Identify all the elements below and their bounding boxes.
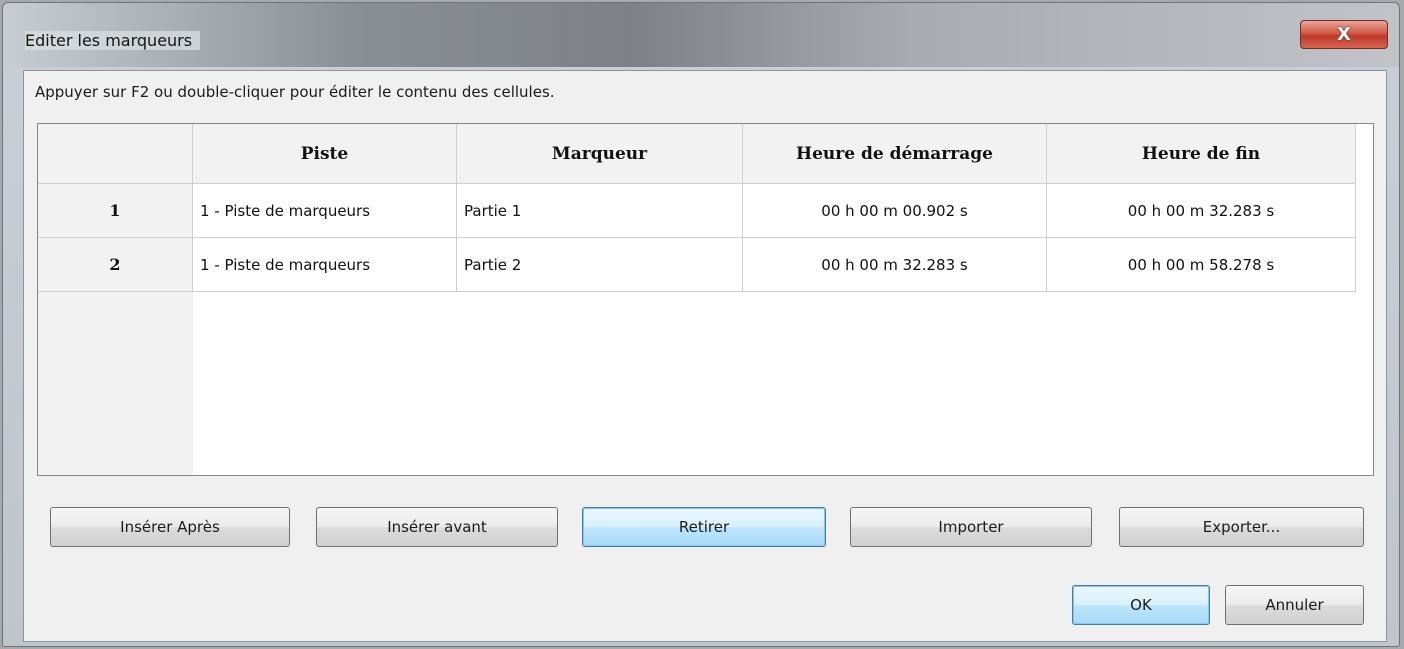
cell-heure-demarrage[interactable]: 00 h 00 m 00.902 s: [743, 184, 1047, 237]
insert-after-button[interactable]: Insérer Après: [50, 507, 290, 547]
title-bar[interactable]: Editer les marqueurs X: [3, 3, 1399, 67]
cell-marqueur[interactable]: Partie 1: [457, 184, 743, 237]
dialog-window: Editer les marqueurs X Appuyer sur F2 ou…: [2, 2, 1400, 647]
table-header: Piste Marqueur Heure de démarrage Heure …: [38, 124, 1356, 184]
insert-before-button[interactable]: Insérer avant: [316, 507, 558, 547]
column-header-heure-fin[interactable]: Heure de fin: [1047, 124, 1356, 183]
corner-header: [38, 124, 193, 183]
cell-heure-demarrage[interactable]: 00 h 00 m 32.283 s: [743, 238, 1047, 291]
close-button[interactable]: X: [1300, 20, 1388, 49]
table-row[interactable]: 2 1 - Piste de marqueurs Partie 2 00 h 0…: [38, 238, 1356, 292]
cell-piste[interactable]: 1 - Piste de marqueurs: [193, 184, 457, 237]
row-number[interactable]: 1: [38, 184, 193, 237]
cancel-button[interactable]: Annuler: [1225, 585, 1364, 625]
table-row[interactable]: 1 1 - Piste de marqueurs Partie 1 00 h 0…: [38, 184, 1356, 238]
markers-table[interactable]: Piste Marqueur Heure de démarrage Heure …: [37, 123, 1374, 476]
export-button[interactable]: Exporter...: [1119, 507, 1364, 547]
cell-heure-fin[interactable]: 00 h 00 m 32.283 s: [1047, 184, 1356, 237]
window-title: Editer les marqueurs: [25, 31, 201, 50]
import-button[interactable]: Importer: [850, 507, 1092, 547]
ok-button[interactable]: OK: [1072, 585, 1210, 625]
cell-heure-fin[interactable]: 00 h 00 m 58.278 s: [1047, 238, 1356, 291]
column-header-heure-demarrage[interactable]: Heure de démarrage: [743, 124, 1047, 183]
row-number[interactable]: 2: [38, 238, 193, 291]
dialog-body: Appuyer sur F2 ou double-cliquer pour éd…: [23, 70, 1387, 642]
hint-text: Appuyer sur F2 ou double-cliquer pour éd…: [35, 83, 555, 101]
close-icon: X: [1337, 24, 1351, 45]
cell-piste[interactable]: 1 - Piste de marqueurs: [193, 238, 457, 291]
remove-button[interactable]: Retirer: [582, 507, 826, 547]
column-header-piste[interactable]: Piste: [193, 124, 457, 183]
cell-marqueur[interactable]: Partie 2: [457, 238, 743, 291]
column-header-marqueur[interactable]: Marqueur: [457, 124, 743, 183]
